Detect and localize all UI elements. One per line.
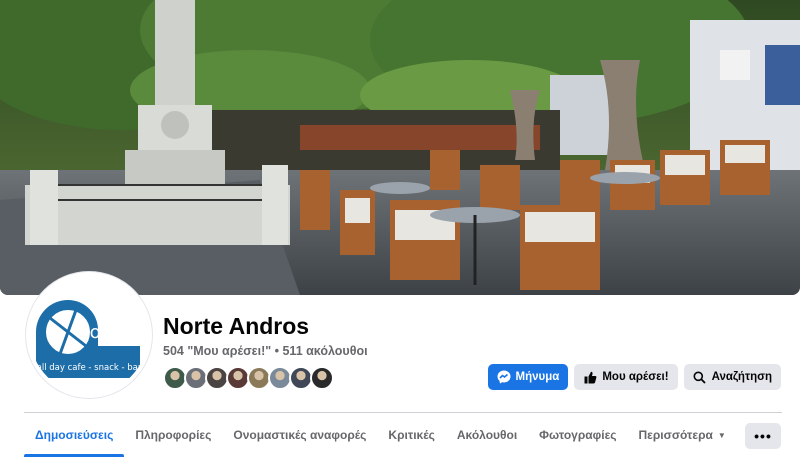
cover-photo[interactable] [0,0,800,295]
search-button[interactable]: Αναζήτηση [683,364,781,390]
cover-photo-image [0,0,800,295]
logo-name: Norte [76,322,128,343]
tab-followers[interactable]: Ακόλουθοι [446,413,528,457]
friend-avatars [163,366,334,390]
tab-label: Ονομαστικές αναφορές [233,428,367,442]
tab-posts[interactable]: Δημοσιεύσεις [24,413,125,457]
like-button[interactable]: Μου αρέσει! [574,364,678,390]
message-button[interactable]: Μήνυμα [487,364,569,390]
tab-label: Ακόλουθοι [456,428,518,442]
like-label: Μου αρέσει! [602,371,669,383]
tab-label: Κριτικές [388,428,435,442]
logo-tagline: all day cafe - snack - bar [36,363,142,373]
tab-more[interactable]: Περισσότερα ▼ [628,413,737,457]
message-label: Μήνυμα [515,371,560,383]
search-label: Αναζήτηση [711,371,772,383]
tab-reviews[interactable]: Κριτικές [377,413,445,457]
tab-label: Πληροφορίες [135,428,212,442]
tab-label: Φωτογραφίες [539,428,617,442]
thumbs-up-icon [583,370,597,384]
more-dots-icon: ••• [754,428,772,444]
tab-about[interactable]: Πληροφορίες [124,413,222,457]
tab-mentions[interactable]: Ονομαστικές αναφορές [222,413,377,457]
page-stats[interactable]: 504 "Μου αρέσει!" • 511 ακόλουθοι [163,344,368,358]
messenger-icon [497,370,511,384]
page-logo: Norte all day cafe - snack - bar [30,276,148,394]
page-tabs: Δημοσιεύσεις Πληροφορίες Ονομαστικές ανα… [24,413,737,457]
page-actions: Μήνυμα Μου αρέσει! Αναζήτηση [487,364,781,390]
tab-photos[interactable]: Φωτογραφίες [528,413,627,457]
tab-label: Περισσότερα [638,428,713,442]
tab-label: Δημοσιεύσεις [35,428,114,442]
caret-down-icon: ▼ [717,430,726,440]
more-options-button[interactable]: ••• [745,423,781,449]
search-icon [693,370,707,384]
profile-avatar[interactable]: Norte all day cafe - snack - bar [26,272,152,398]
page-title: Norte Andros [163,313,310,339]
friend-avatar[interactable] [310,366,334,390]
